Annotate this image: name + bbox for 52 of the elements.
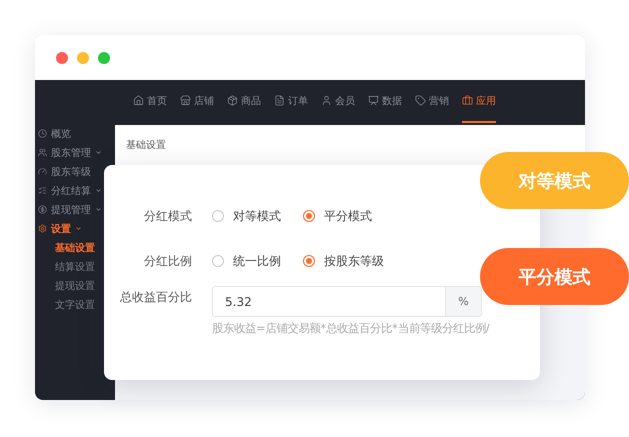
nav-tab[interactable]: 订单 [274, 80, 308, 123]
sidebar-subitem[interactable]: 提现设置 [55, 276, 95, 295]
radio-option[interactable]: 统一比例 [212, 250, 281, 272]
radio-icon[interactable] [303, 210, 315, 222]
nav-tab[interactable]: 数据 [368, 80, 402, 123]
nav-tab[interactable]: 会员 [321, 80, 355, 123]
settings-icon [38, 224, 47, 233]
radio-icon[interactable] [212, 255, 224, 267]
mode-badge: 对等模式 [480, 152, 629, 209]
coin-icon [38, 205, 47, 214]
sidebar-subitem[interactable]: 基础设置 [55, 238, 95, 257]
document-icon [274, 95, 285, 106]
maximize-icon[interactable] [98, 52, 110, 64]
sidebar-item[interactable]: 股东管理 [35, 143, 102, 162]
sidebar-subitem[interactable]: 文字设置 [55, 295, 95, 314]
formula-hint: 股东收益=店铺交易额*总收益百分比*当前等级分红比例/ [212, 321, 490, 336]
nav-tab[interactable]: 商品 [227, 80, 261, 123]
radio-icon[interactable] [303, 255, 315, 267]
radio-option[interactable]: 对等模式 [212, 205, 281, 227]
radio-option[interactable]: 按股东等级 [303, 250, 384, 272]
briefcase-icon [462, 95, 473, 106]
sidebar-item[interactable]: 股东等级 [35, 162, 91, 181]
mode-badge: 平分模式 [480, 248, 629, 305]
radio-option[interactable]: 平分模式 [303, 205, 372, 227]
user-icon [321, 95, 332, 106]
field-label: 分红模式 [143, 208, 193, 225]
chart-icon [368, 95, 379, 106]
store-icon [180, 95, 191, 106]
clock-icon [38, 129, 47, 138]
unit-label: % [445, 286, 482, 317]
sidebar-item[interactable]: 设置 [35, 219, 82, 238]
tag-icon [415, 95, 426, 106]
nav-tab[interactable]: 首页 [133, 80, 167, 123]
sidebar-item[interactable]: 分红结算 [35, 181, 102, 200]
minimize-icon[interactable] [77, 52, 89, 64]
package-icon [227, 95, 238, 106]
gauge-icon [38, 167, 47, 176]
sidebar-subitem[interactable]: 结算设置 [55, 257, 95, 276]
percent-field[interactable]: 5.32 [212, 286, 445, 317]
nav-tab[interactable]: 店铺 [180, 80, 214, 123]
radio-icon[interactable] [212, 210, 224, 222]
nav-tab[interactable]: 应用 [462, 80, 496, 123]
list-icon [38, 186, 47, 195]
sidebar-item[interactable]: 概览 [35, 124, 71, 143]
sidebar-item[interactable]: 提现管理 [35, 200, 102, 219]
field-label: 总收益百分比 [119, 289, 193, 306]
page-title: 基础设置 [115, 125, 585, 166]
close-icon[interactable] [56, 52, 68, 64]
nav-tab[interactable]: 营销 [415, 80, 449, 123]
home-icon [133, 95, 144, 106]
field-label: 分红比例 [143, 253, 193, 270]
users-icon [38, 148, 47, 157]
